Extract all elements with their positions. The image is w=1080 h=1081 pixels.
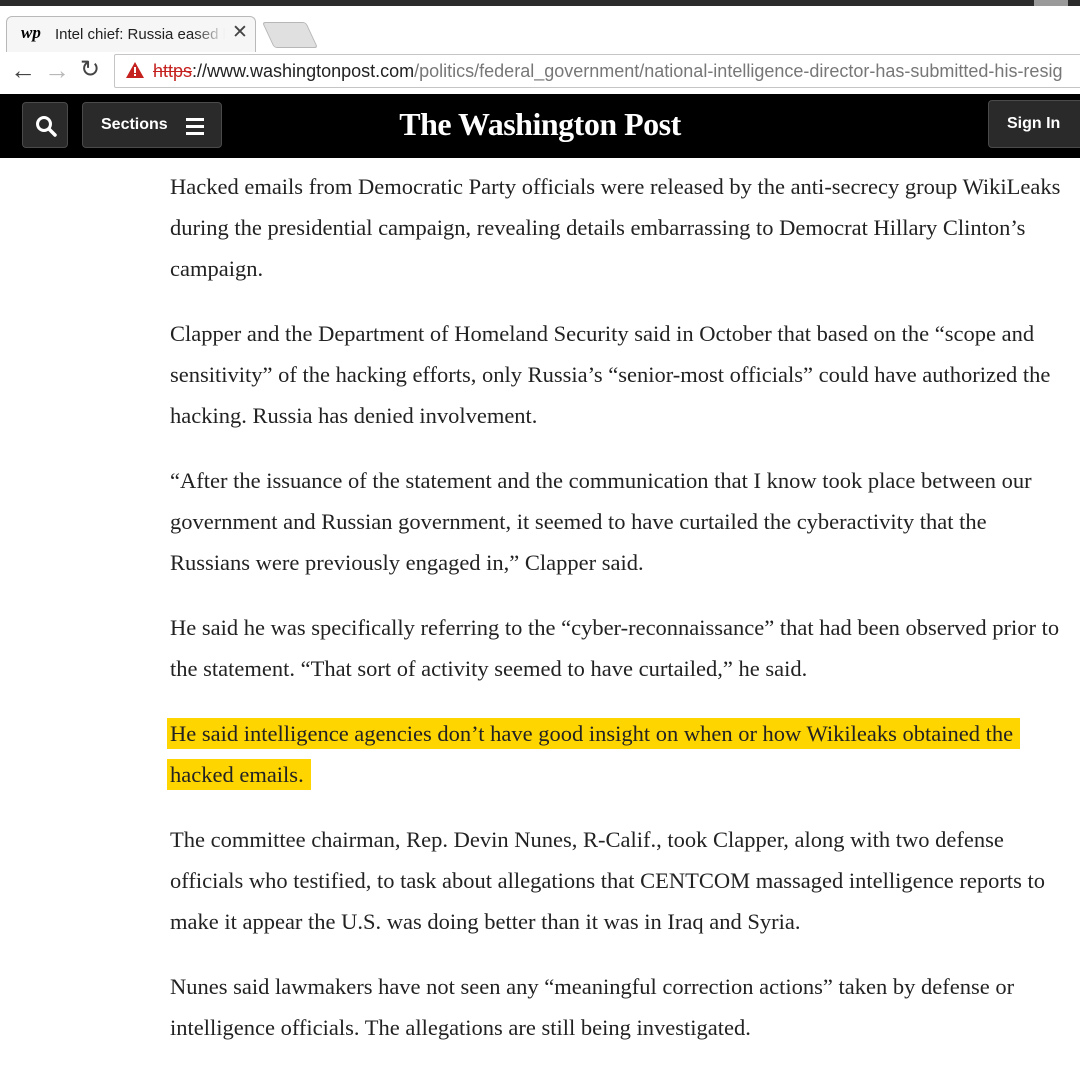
forward-arrow-icon[interactable]: → bbox=[44, 56, 70, 84]
url-scheme: https bbox=[153, 61, 193, 81]
article-body: Hacked emails from Democratic Party offi… bbox=[170, 166, 1070, 1072]
url-text: https://www.washingtonpost.com/politics/… bbox=[153, 61, 1062, 82]
address-bar[interactable]: https://www.washingtonpost.com/politics/… bbox=[114, 54, 1080, 88]
paragraph: He said he was specifically referring to… bbox=[170, 615, 1060, 681]
tab-title: Intel chief: Russia eased hacking after … bbox=[55, 26, 225, 43]
highlight-text: He said intelligence agencies don’t have… bbox=[170, 721, 1018, 787]
url-host: ://www.washingtonpost.com bbox=[192, 61, 415, 81]
close-icon[interactable]: ✕ bbox=[232, 23, 248, 43]
paragraph: “After the issuance of the statement and… bbox=[170, 468, 1032, 575]
highlighted-paragraph: He said intelligence agencies don’t have… bbox=[170, 713, 1070, 795]
paragraph: Hacked emails from Democratic Party offi… bbox=[170, 174, 1061, 281]
tab-strip: wp Intel chief: Russia eased hacking aft… bbox=[0, 6, 1080, 52]
browser-tab[interactable]: wp Intel chief: Russia eased hacking aft… bbox=[6, 16, 256, 52]
sign-in-label: Sign In bbox=[1007, 115, 1061, 132]
reload-icon[interactable]: ↻ bbox=[80, 56, 100, 84]
back-arrow-icon[interactable]: ← bbox=[10, 56, 36, 84]
paragraph: Nunes said lawmakers have not seen any “… bbox=[170, 974, 1015, 1040]
paragraph: The committee chairman, Rep. Devin Nunes… bbox=[170, 827, 1046, 934]
site-logo[interactable]: The Washington Post bbox=[0, 106, 1080, 143]
site-header: Sections The Washington Post Sign In bbox=[0, 94, 1080, 158]
paragraph: Clapper and the Department of Homeland S… bbox=[170, 321, 1051, 428]
new-tab-button[interactable] bbox=[261, 22, 319, 48]
wp-favicon-icon: wp bbox=[21, 23, 41, 42]
warning-icon[interactable] bbox=[125, 60, 145, 85]
browser-toolbar: ← → ↻ https://www.washingtonpost.com/pol… bbox=[0, 52, 1080, 95]
url-path: /politics/federal_government/national-in… bbox=[414, 61, 1063, 81]
sign-in-button[interactable]: Sign In bbox=[988, 100, 1080, 148]
